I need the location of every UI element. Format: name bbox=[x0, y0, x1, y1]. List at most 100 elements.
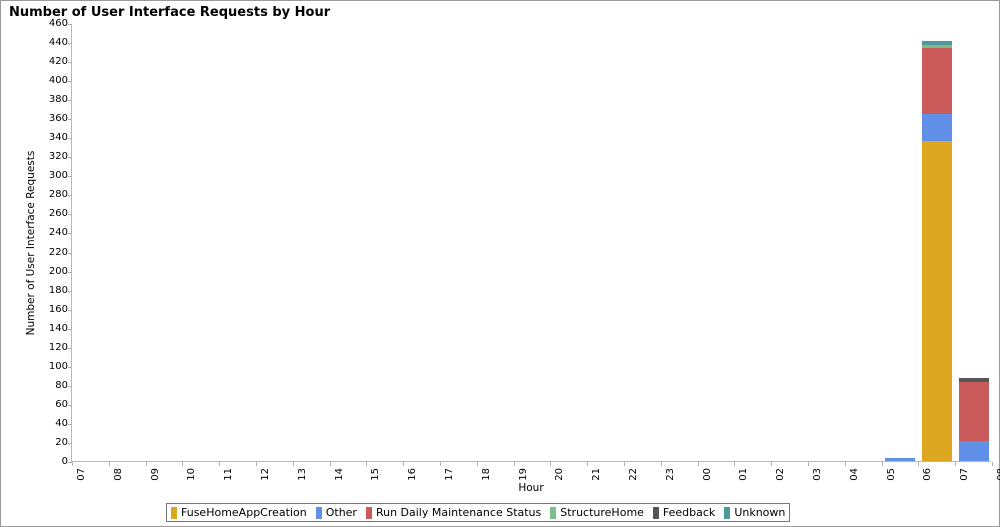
x-axis-tick-mark bbox=[881, 462, 883, 466]
y-axis-tick-label: 400 bbox=[48, 75, 68, 87]
x-axis-tick-mark bbox=[992, 462, 993, 466]
y-axis-tick-label: 260 bbox=[48, 208, 68, 220]
x-axis-tick-mark bbox=[844, 462, 846, 466]
plot-area: 0 20 40 60 80 100 120 140 160 180 200 220 240 260 280 3… bbox=[49, 19, 1000, 481]
x-axis-tick-label: 19 bbox=[517, 468, 529, 481]
x-axis-tick-label: 20 bbox=[554, 468, 566, 481]
x-axis-tick-mark bbox=[366, 462, 368, 466]
legend-label: StructureHome bbox=[560, 505, 644, 519]
x-axis-tick-mark bbox=[513, 462, 515, 466]
y-axis-tick-label: 0 bbox=[61, 456, 68, 467]
legend-swatch-icon bbox=[171, 506, 177, 519]
x-axis-tick-label: 17 bbox=[444, 468, 455, 481]
y-axis-tick-label: 80 bbox=[55, 379, 68, 391]
x-axis-tick-label: 12 bbox=[260, 468, 271, 481]
legend-item[interactable]: FuseHomeAppCreation bbox=[171, 506, 307, 519]
y-axis-tick-mark bbox=[68, 176, 72, 178]
bar-segment[interactable] bbox=[921, 44, 952, 48]
legend-item[interactable]: Unknown bbox=[724, 505, 786, 519]
x-axis-tick-label: 16 bbox=[407, 468, 419, 481]
x-axis-tick-label: 04 bbox=[848, 468, 860, 481]
bar-stack[interactable] bbox=[885, 458, 915, 461]
x-axis-tick-label: 00 bbox=[701, 468, 713, 481]
y-axis-tick-mark bbox=[68, 214, 72, 216]
x-axis-tick-mark bbox=[72, 462, 73, 466]
y-axis-tick-mark bbox=[68, 24, 72, 25]
x-axis-tick-mark bbox=[108, 462, 110, 466]
x-axis-tick-mark bbox=[403, 462, 405, 466]
x-axis-tick-label: 23 bbox=[664, 468, 676, 481]
chart-legend: FuseHomeAppCreation Other Run Daily Mainte… bbox=[166, 503, 791, 522]
x-axis-tick-label: 22 bbox=[628, 468, 639, 481]
x-axis-tick-mark bbox=[808, 462, 809, 466]
y-axis-tick-mark bbox=[68, 442, 72, 444]
y-axis-tick-label: 60 bbox=[55, 398, 68, 410]
bar-segment[interactable] bbox=[921, 47, 952, 115]
x-axis-tick-mark bbox=[476, 462, 478, 466]
x-axis-tick-label: 13 bbox=[296, 468, 308, 481]
legend-swatch-icon bbox=[652, 506, 659, 519]
x-axis-tick-mark bbox=[771, 462, 773, 466]
y-axis-tick-label: 120 bbox=[48, 341, 68, 353]
y-axis-tick-label: 280 bbox=[48, 189, 68, 201]
legend-item[interactable]: Feedback bbox=[652, 506, 715, 519]
x-axis-tick-mark bbox=[918, 462, 920, 466]
x-axis-tick-mark bbox=[256, 462, 257, 466]
x-axis-tick-mark bbox=[329, 462, 331, 466]
x-axis-title: Hour bbox=[518, 482, 544, 494]
bar-stack[interactable] bbox=[921, 41, 952, 461]
bar-segment[interactable] bbox=[921, 141, 952, 461]
bar-stack[interactable] bbox=[958, 378, 989, 461]
y-axis-tick-mark bbox=[68, 423, 72, 425]
x-axis-tick-mark bbox=[292, 462, 294, 466]
y-axis-tick-mark bbox=[68, 252, 72, 254]
y-axis-tick-mark bbox=[68, 385, 72, 387]
x-axis-tick-label: 08 bbox=[112, 468, 124, 481]
x-axis-tick-label: 14 bbox=[333, 468, 345, 481]
x-axis-tick-label: 18 bbox=[480, 468, 492, 481]
bar-segment[interactable] bbox=[958, 441, 989, 461]
y-axis-tick-mark bbox=[68, 233, 72, 235]
legend-swatch-icon bbox=[315, 506, 322, 519]
legend-swatch-icon bbox=[365, 506, 372, 519]
y-axis-tick-label: 140 bbox=[48, 322, 68, 334]
y-axis-tick-mark bbox=[68, 328, 72, 330]
x-axis-tick-label: 07 bbox=[959, 468, 971, 481]
legend-item[interactable]: Run Daily Maintenance Status bbox=[365, 506, 541, 519]
y-axis-tick-label: 360 bbox=[48, 113, 68, 125]
x-axis-tick-mark bbox=[955, 462, 957, 466]
y-axis-tick-mark bbox=[68, 62, 72, 64]
y-axis-tick-label: 320 bbox=[48, 151, 68, 163]
x-axis-tick-label: 06 bbox=[922, 468, 934, 481]
y-axis-tick-mark bbox=[68, 100, 72, 102]
x-axis-tick-label: 02 bbox=[775, 468, 787, 481]
x-axis-tick-label: 01 bbox=[738, 468, 750, 481]
y-axis-tick-label: 300 bbox=[48, 170, 68, 182]
y-axis-tick-label: 200 bbox=[48, 265, 68, 277]
bar-segment[interactable] bbox=[921, 41, 952, 45]
x-axis-tick-label: 03 bbox=[812, 468, 823, 481]
x-axis-tick-mark bbox=[660, 462, 662, 466]
y-axis-tick-label: 180 bbox=[48, 284, 68, 296]
y-axis-tick-mark bbox=[68, 43, 72, 45]
y-axis-tick-mark bbox=[68, 290, 72, 292]
x-axis-tick-mark bbox=[145, 462, 147, 466]
y-axis-tick-mark bbox=[68, 195, 72, 197]
bar-segment[interactable] bbox=[921, 114, 952, 142]
bar-segment[interactable] bbox=[885, 458, 915, 461]
legend-label: Unknown bbox=[734, 505, 786, 519]
x-axis-tick-mark bbox=[624, 462, 625, 466]
y-axis-tick-label: 420 bbox=[48, 56, 68, 68]
y-axis-tick-mark bbox=[68, 138, 72, 140]
y-axis-tick-mark bbox=[68, 81, 72, 83]
y-axis-tick-mark bbox=[68, 309, 72, 311]
legend-item[interactable]: Other bbox=[315, 506, 357, 519]
legend-item[interactable]: StructureHome bbox=[550, 505, 644, 519]
bar-segment[interactable] bbox=[958, 381, 989, 442]
x-axis-tick-label: 07 bbox=[76, 468, 87, 481]
y-axis-tick-label: 380 bbox=[48, 94, 68, 106]
y-axis-tick-label: 220 bbox=[48, 246, 68, 258]
x-axis-tick-label: 05 bbox=[885, 468, 897, 481]
y-axis-tick-mark bbox=[68, 119, 72, 121]
bar-segment[interactable] bbox=[958, 378, 989, 382]
